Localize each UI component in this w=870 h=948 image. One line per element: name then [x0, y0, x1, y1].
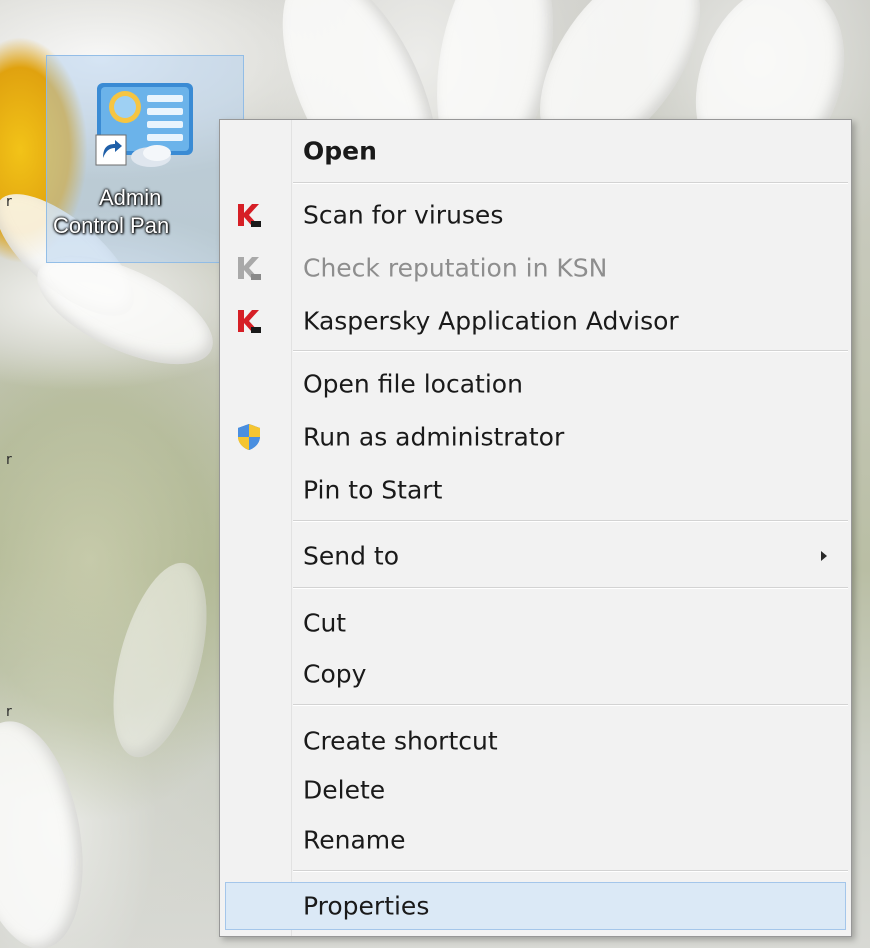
menu-separator — [293, 704, 848, 706]
offscreen-icon-label-fragment: r — [6, 194, 12, 210]
menu-item-label: Pin to Start — [303, 475, 443, 505]
shortcut-arrow-icon — [95, 134, 127, 166]
desktop-shortcut-admin-control-panel[interactable]: Admin Control Pan — [46, 55, 244, 263]
menu-item-label: Rename — [303, 825, 406, 855]
menu-item-pin-to-start[interactable]: Pin to Start — [220, 466, 851, 514]
menu-item-send-to[interactable]: Send to — [220, 532, 851, 580]
menu-item-delete[interactable]: Delete — [220, 766, 851, 814]
kaspersky-icon — [238, 257, 261, 280]
menu-item-create-shortcut[interactable]: Create shortcut — [220, 717, 851, 765]
menu-item-open[interactable]: Open — [220, 127, 851, 175]
menu-item-label: Run as administrator — [303, 422, 565, 452]
menu-item-label: Check reputation in KSN — [303, 253, 608, 283]
menu-item-scan-for-viruses[interactable]: Scan for viruses — [220, 191, 851, 239]
wallpaper-petal — [0, 712, 100, 948]
menu-item-label: Properties — [303, 891, 430, 921]
menu-item-kaspersky-application-advisor[interactable]: Kaspersky Application Advisor — [220, 297, 851, 345]
menu-item-label: Copy — [303, 659, 367, 689]
menu-item-label: Cut — [303, 608, 347, 638]
menu-item-cut[interactable]: Cut — [220, 599, 851, 647]
desktop-shortcut-label: Admin Control Pan — [47, 184, 245, 240]
shortcut-label-line2: Control Pan — [53, 213, 170, 238]
wallpaper-petal — [95, 553, 225, 767]
menu-item-label: Open file location — [303, 369, 523, 399]
menu-item-properties[interactable]: Properties — [225, 882, 846, 930]
menu-item-label: Kaspersky Application Advisor — [303, 306, 679, 336]
menu-item-label: Scan for viruses — [303, 200, 504, 230]
menu-item-label: Send to — [303, 541, 400, 571]
context-menu: Open Scan for viruses Check reputation i… — [219, 119, 852, 937]
kaspersky-icon — [238, 310, 261, 333]
kaspersky-icon — [238, 204, 261, 227]
menu-item-run-as-administrator[interactable]: Run as administrator — [220, 413, 851, 461]
uac-shield-icon — [238, 424, 260, 450]
submenu-arrow-icon — [821, 551, 827, 561]
shortcut-label-line1: Admin — [99, 185, 162, 210]
menu-item-label: Create shortcut — [303, 726, 498, 756]
menu-item-rename[interactable]: Rename — [220, 816, 851, 864]
menu-separator — [293, 520, 848, 522]
menu-separator — [293, 870, 848, 872]
menu-item-label: Open — [303, 136, 377, 166]
menu-separator — [293, 182, 848, 184]
offscreen-icon-label-fragment: r — [6, 452, 12, 468]
menu-item-check-reputation-in-ksn[interactable]: Check reputation in KSN — [220, 244, 851, 292]
menu-item-open-file-location[interactable]: Open file location — [220, 360, 851, 408]
menu-separator — [293, 587, 848, 589]
menu-item-label: Delete — [303, 775, 386, 805]
menu-item-copy[interactable]: Copy — [220, 650, 851, 698]
offscreen-icon-label-fragment: r — [6, 704, 12, 720]
menu-separator — [293, 350, 848, 352]
